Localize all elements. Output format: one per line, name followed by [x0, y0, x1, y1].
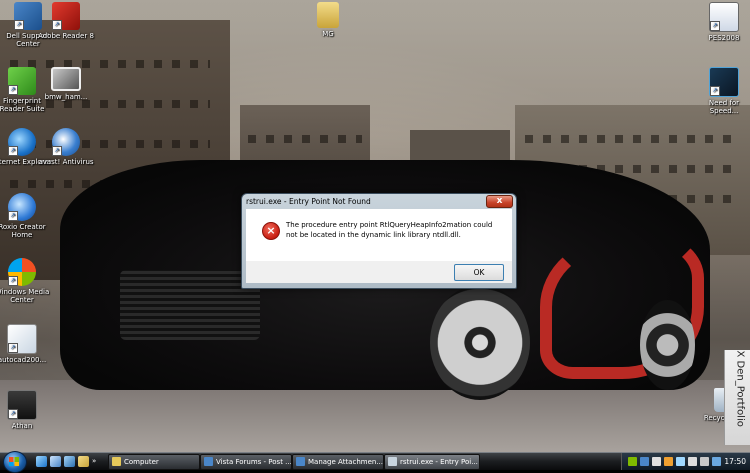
desktop-icon-label: Need for Speed... — [708, 99, 740, 115]
taskbar-button-label: rstrui.exe - Entry Poi... — [400, 458, 478, 466]
desktop-icon-mg-folder[interactable]: MG — [298, 2, 358, 38]
desktop-icon-pes2008[interactable]: ↗ PES2008 — [694, 2, 750, 42]
folder-icon — [112, 457, 121, 466]
taskbar-button-computer[interactable]: Computer — [108, 454, 200, 470]
desktop-icon-label: autocad200... — [0, 356, 47, 364]
tray-icon[interactable] — [640, 457, 649, 466]
wallpaper-car-wheel — [430, 285, 530, 400]
roxio-icon: ↗ — [8, 193, 36, 221]
desktop-icon-avast[interactable]: ↗ avast! Antivirus — [36, 128, 96, 166]
taskbar-button-label: Vista Forums - Post ... — [216, 458, 292, 466]
network-icon[interactable] — [676, 457, 685, 466]
browser-icon — [296, 457, 305, 466]
ok-button[interactable]: OK — [454, 264, 504, 281]
quick-launch-ie-icon[interactable] — [36, 456, 47, 467]
wallpaper-ground — [0, 380, 750, 452]
pes-icon: ↗ — [709, 2, 739, 32]
quick-launch-folder-icon[interactable] — [78, 456, 89, 467]
desktop-icon-media-center[interactable]: ↗ Windows Media Center — [0, 258, 52, 304]
desktop: ↗ Dell Support Center ↗ Adobe Reader 8 ↗… — [0, 0, 750, 452]
taskbar: » Computer Vista Forums - Post ... Manag… — [0, 451, 750, 473]
taskbar-clock[interactable]: 17:50 — [724, 453, 746, 470]
desktop-icon-athan[interactable]: ↗ Athan — [0, 390, 52, 430]
wallpaper-car-grille — [120, 270, 260, 340]
folder-icon — [317, 2, 339, 28]
desktop-icon-label: Windows Media Center — [0, 288, 50, 304]
desktop-icon-label: Roxio Creator Home — [0, 223, 46, 239]
taskbar-button-vista-forums[interactable]: Vista Forums - Post ... — [200, 454, 292, 470]
tray-icon[interactable] — [628, 457, 637, 466]
dialog-body: × The procedure entry point RtlQueryHeap… — [246, 209, 512, 261]
desktop-icon-label: PES2008 — [708, 34, 740, 42]
browser-icon — [204, 457, 213, 466]
taskbar-button-manage-attachments[interactable]: Manage Attachmen... — [292, 454, 384, 470]
desktop-icon-label: MG — [322, 30, 334, 38]
internet-explorer-icon: ↗ — [8, 128, 36, 156]
app-icon — [388, 457, 397, 466]
taskbar-button-rstrui[interactable]: rstrui.exe - Entry Poi... — [384, 454, 480, 470]
desktop-icon-roxio[interactable]: ↗ Roxio Creator Home — [0, 193, 52, 239]
desktop-icon-label: bmw_ham... — [44, 93, 88, 101]
desktop-icon-autocad[interactable]: ↗ autocad200... — [0, 324, 52, 364]
avast-icon: ↗ — [52, 128, 80, 156]
close-button[interactable]: x — [486, 195, 513, 208]
system-tray: 17:50 — [621, 453, 750, 470]
error-icon: × — [262, 222, 280, 240]
nfs-icon: ↗ — [709, 67, 739, 97]
athan-icon: ↗ — [7, 390, 37, 420]
volume-icon[interactable] — [688, 457, 697, 466]
dialog-footer: OK — [246, 261, 512, 283]
media-center-icon: ↗ — [8, 258, 36, 286]
tray-icon[interactable] — [652, 457, 661, 466]
desktop-icon-label: avast! Antivirus — [38, 158, 94, 166]
quick-launch-overflow-icon[interactable]: » — [92, 456, 98, 467]
desktop-icon-bmw-image[interactable]: bmw_ham... — [36, 67, 96, 101]
autocad-icon: ↗ — [7, 324, 37, 354]
adobe-reader-icon: ↗ — [52, 2, 80, 30]
tray-icon[interactable] — [664, 457, 673, 466]
taskbar-button-label: Manage Attachmen... — [308, 458, 383, 466]
desktop-icon-label: Athan — [11, 422, 33, 430]
fingerprint-icon: ↗ — [8, 67, 36, 95]
image-file-icon — [51, 67, 81, 91]
desktop-icon-adobe-reader[interactable]: ↗ Adobe Reader 8 — [36, 2, 96, 40]
error-dialog: rstrui.exe - Entry Point Not Found x × T… — [241, 193, 517, 289]
dialog-message: The procedure entry point RtlQueryHeapIn… — [286, 221, 493, 239]
desktop-icon-need-for-speed[interactable]: ↗ Need for Speed... — [694, 67, 750, 115]
wallpaper-car-wheel-rear — [640, 300, 695, 390]
quick-launch-switch-icon[interactable] — [64, 456, 75, 467]
taskbar-button-label: Computer — [124, 458, 159, 466]
dialog-title[interactable]: rstrui.exe - Entry Point Not Found — [246, 195, 486, 209]
gadget-text: X Den_Portfolio — [734, 350, 746, 427]
start-button[interactable] — [3, 451, 27, 473]
sidebar-gadget[interactable]: X Den_Portfolio — [724, 350, 750, 445]
desktop-icon-label: Adobe Reader 8 — [38, 32, 94, 40]
tray-icon[interactable] — [712, 457, 721, 466]
quick-launch-desktop-icon[interactable] — [50, 456, 61, 467]
tray-icon[interactable] — [700, 457, 709, 466]
